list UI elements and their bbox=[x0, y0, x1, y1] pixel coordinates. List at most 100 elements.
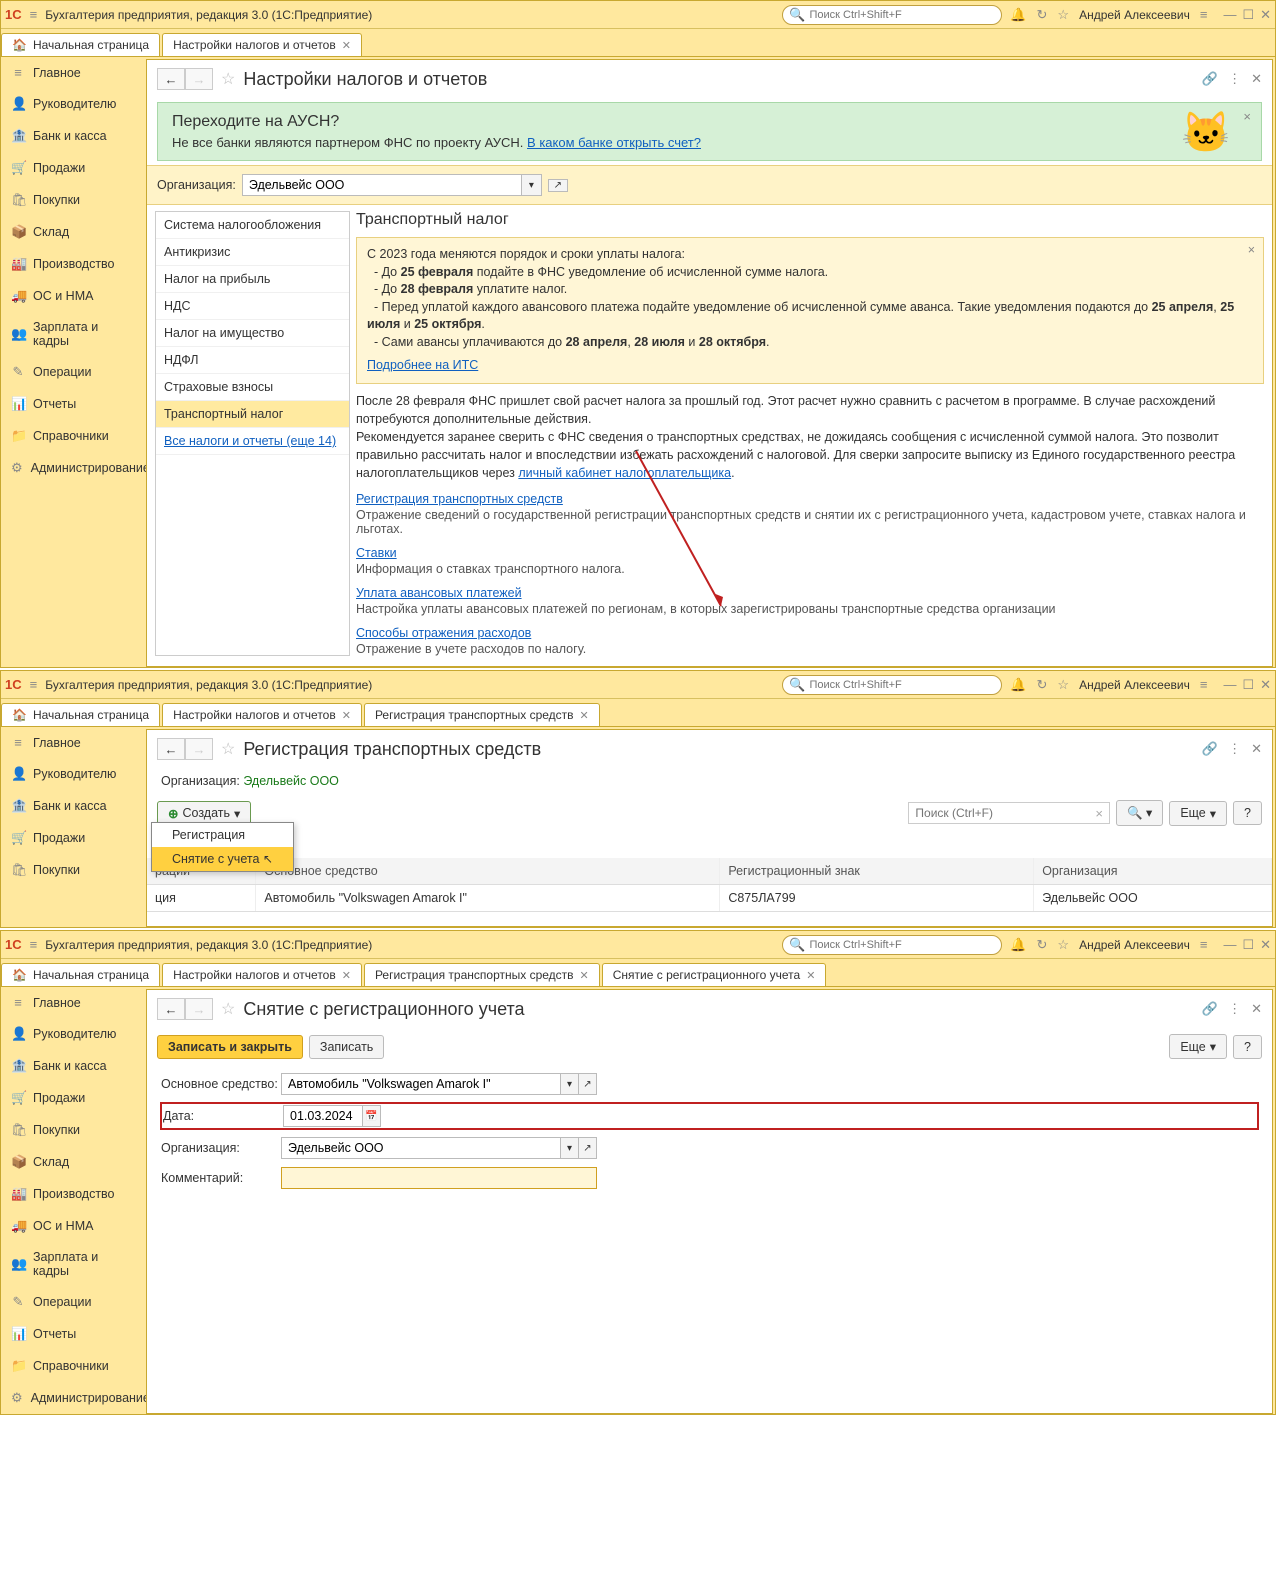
minimize-icon[interactable]: — bbox=[1223, 937, 1236, 953]
more-button[interactable]: Еще ▾ bbox=[1169, 1034, 1227, 1059]
tax-item-transport[interactable]: Транспортный налог bbox=[156, 401, 349, 428]
side-catalogs[interactable]: 📁Справочники bbox=[1, 1350, 146, 1382]
warn-link[interactable]: Подробнее на ИТС bbox=[367, 358, 478, 372]
tab-close-icon[interactable]: ✕ bbox=[342, 709, 351, 722]
search-button[interactable]: 🔍 ▾ bbox=[1116, 800, 1163, 826]
side-reports[interactable]: 📊Отчеты bbox=[1, 388, 146, 420]
side-purchases[interactable]: 🛍Покупки bbox=[1, 854, 146, 886]
side-purchases[interactable]: 🛍Покупки bbox=[1, 1114, 146, 1146]
star-icon[interactable]: ☆ bbox=[1057, 677, 1069, 693]
close-icon[interactable]: ✕ bbox=[1260, 937, 1271, 953]
side-reports[interactable]: 📊Отчеты bbox=[1, 1318, 146, 1350]
section-link[interactable]: Регистрация транспортных средств bbox=[356, 492, 563, 506]
menu-registration[interactable]: Регистрация bbox=[152, 823, 293, 847]
table-row[interactable]: ция Автомобиль "Volkswagen Amarok I" С87… bbox=[147, 885, 1272, 912]
side-manager[interactable]: 👤Руководителю bbox=[1, 88, 146, 120]
tax-item-all[interactable]: Все налоги и отчеты (еще 14) bbox=[156, 428, 349, 455]
side-sales[interactable]: 🛒Продажи bbox=[1, 1082, 146, 1114]
maximize-icon[interactable]: ☐ bbox=[1242, 937, 1254, 953]
forward-button[interactable]: → bbox=[185, 998, 213, 1020]
org-dropdown-icon[interactable]: ▾ bbox=[522, 174, 542, 196]
maximize-icon[interactable]: ☐ bbox=[1242, 677, 1254, 693]
save-close-button[interactable]: Записать и закрыть bbox=[157, 1035, 303, 1059]
tab-registration[interactable]: Регистрация транспортных средств✕ bbox=[364, 703, 600, 726]
side-operations[interactable]: ✎Операции bbox=[1, 1286, 146, 1318]
forward-button[interactable]: → bbox=[185, 68, 213, 90]
tab-settings[interactable]: Настройки налогов и отчетов✕ bbox=[162, 963, 362, 986]
section-link[interactable]: Уплата авансовых платежей bbox=[356, 586, 522, 600]
side-admin[interactable]: ⚙Администрирование bbox=[1, 452, 146, 484]
link-icon[interactable]: 🔗 bbox=[1202, 71, 1218, 87]
back-button[interactable]: ← bbox=[157, 998, 185, 1020]
menu-deregister[interactable]: Снятие с учета ↖ bbox=[152, 847, 293, 871]
tab-close-icon[interactable]: ✕ bbox=[342, 39, 351, 52]
side-catalogs[interactable]: 📁Справочники bbox=[1, 420, 146, 452]
tab-close-icon[interactable]: ✕ bbox=[580, 709, 589, 722]
favorite-icon[interactable]: ☆ bbox=[221, 739, 235, 759]
tab-registration[interactable]: Регистрация транспортных средств✕ bbox=[364, 963, 600, 986]
clear-icon[interactable]: × bbox=[1089, 806, 1109, 821]
username[interactable]: Андрей Алексеевич bbox=[1079, 8, 1190, 22]
tab-close-icon[interactable]: ✕ bbox=[580, 969, 589, 982]
list-search[interactable]: × bbox=[908, 802, 1110, 824]
close-icon[interactable]: ✕ bbox=[1260, 677, 1271, 693]
side-operations[interactable]: ✎Операции bbox=[1, 356, 146, 388]
asset-input[interactable] bbox=[281, 1073, 561, 1095]
section-link[interactable]: Ставки bbox=[356, 546, 397, 560]
search-input[interactable] bbox=[810, 9, 996, 21]
tab-settings[interactable]: Настройки налогов и отчетов✕ bbox=[162, 703, 362, 726]
back-button[interactable]: ← bbox=[157, 68, 185, 90]
banner-close-icon[interactable]: × bbox=[1243, 109, 1251, 124]
back-button[interactable]: ← bbox=[157, 738, 185, 760]
side-bank[interactable]: 🏦Банк и касса bbox=[1, 1050, 146, 1082]
bell-icon[interactable]: 🔔 bbox=[1010, 7, 1026, 23]
list-search-input[interactable] bbox=[909, 803, 1089, 823]
side-manager[interactable]: 👤Руководителю bbox=[1, 758, 146, 790]
tax-item[interactable]: Налог на прибыль bbox=[156, 266, 349, 293]
side-bank[interactable]: 🏦Банк и касса bbox=[1, 120, 146, 152]
col-header[interactable]: Организация bbox=[1034, 858, 1272, 885]
minimize-icon[interactable]: — bbox=[1223, 677, 1236, 693]
side-manager[interactable]: 👤Руководителю bbox=[1, 1018, 146, 1050]
org-input[interactable] bbox=[281, 1137, 561, 1159]
tab-settings[interactable]: Настройки налогов и отчетов✕ bbox=[162, 33, 362, 56]
more-icon[interactable]: ⋮ bbox=[1228, 741, 1241, 757]
tab-close-icon[interactable]: ✕ bbox=[806, 969, 815, 982]
settings-icon[interactable]: ≡ bbox=[1200, 677, 1208, 692]
side-warehouse[interactable]: 📦Склад bbox=[1, 1146, 146, 1178]
help-button[interactable]: ? bbox=[1233, 801, 1262, 825]
side-payroll[interactable]: 👥Зарплата и кадры bbox=[1, 1242, 146, 1286]
global-search[interactable]: 🔍 bbox=[782, 935, 1002, 955]
bell-icon[interactable]: 🔔 bbox=[1010, 937, 1026, 953]
username[interactable]: Андрей Алексеевич bbox=[1079, 938, 1190, 952]
menu-icon[interactable]: ≡ bbox=[30, 677, 38, 692]
menu-icon[interactable]: ≡ bbox=[30, 7, 38, 22]
close-page-icon[interactable]: ✕ bbox=[1251, 1001, 1262, 1017]
tax-item[interactable]: НДФЛ bbox=[156, 347, 349, 374]
more-icon[interactable]: ⋮ bbox=[1228, 71, 1241, 87]
banner-link[interactable]: В каком банке открыть счет? bbox=[527, 135, 701, 150]
side-warehouse[interactable]: 📦Склад bbox=[1, 216, 146, 248]
settings-icon[interactable]: ≡ bbox=[1200, 937, 1208, 952]
side-payroll[interactable]: 👥Зарплата и кадры bbox=[1, 312, 146, 356]
side-main[interactable]: ≡Главное bbox=[1, 57, 146, 88]
more-icon[interactable]: ⋮ bbox=[1228, 1001, 1241, 1017]
favorite-icon[interactable]: ☆ bbox=[221, 69, 235, 89]
side-main[interactable]: ≡Главное bbox=[1, 727, 146, 758]
tab-home[interactable]: 🏠 Начальная страница bbox=[1, 703, 160, 726]
star-icon[interactable]: ☆ bbox=[1057, 937, 1069, 953]
maximize-icon[interactable]: ☐ bbox=[1242, 7, 1254, 23]
global-search[interactable]: 🔍 bbox=[782, 675, 1002, 695]
tab-home[interactable]: 🏠 Начальная страница bbox=[1, 33, 160, 56]
side-sales[interactable]: 🛒Продажи bbox=[1, 152, 146, 184]
open-icon[interactable]: ↗ bbox=[579, 1073, 597, 1095]
forward-button[interactable]: → bbox=[185, 738, 213, 760]
dropdown-icon[interactable]: ▾ bbox=[561, 1073, 579, 1095]
history-icon[interactable]: ↻ bbox=[1037, 7, 1048, 23]
tab-close-icon[interactable]: ✕ bbox=[342, 969, 351, 982]
warn-close-icon[interactable]: × bbox=[1248, 242, 1255, 260]
col-header[interactable]: Регистрационный знак bbox=[720, 858, 1034, 885]
comment-input[interactable] bbox=[281, 1167, 597, 1189]
org-input[interactable] bbox=[242, 174, 522, 196]
side-admin[interactable]: ⚙Администрирование bbox=[1, 1382, 146, 1414]
